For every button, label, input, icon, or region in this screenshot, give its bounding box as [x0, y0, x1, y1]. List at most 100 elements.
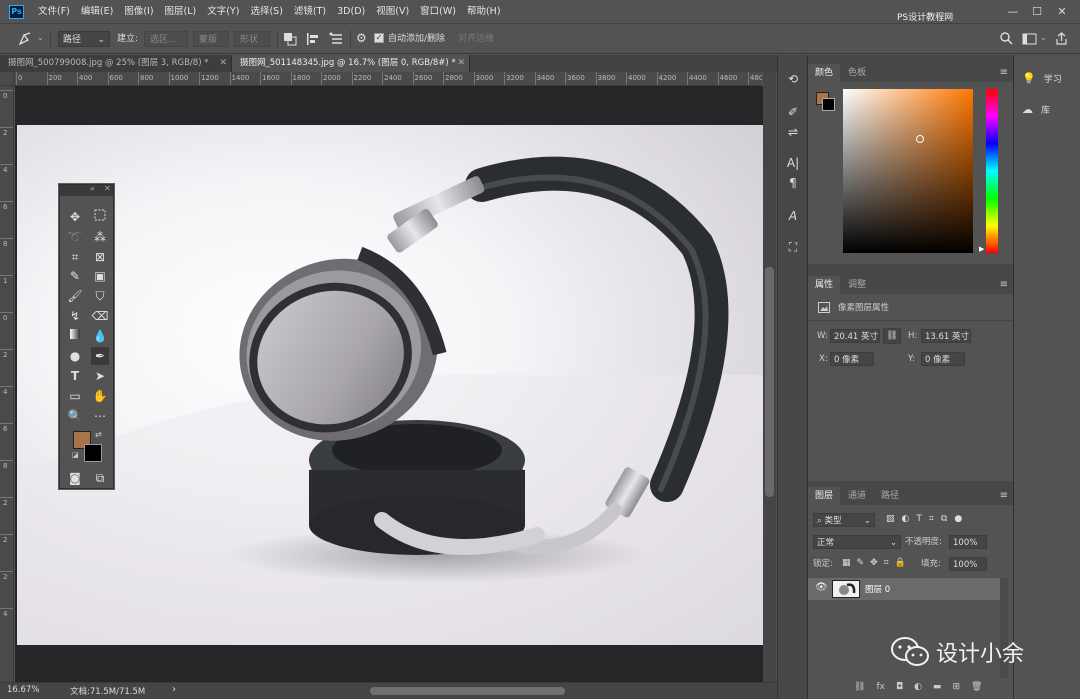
blend-mode-dropdown[interactable]: 正常 ⌄ [813, 535, 901, 549]
swap-colors-icon[interactable]: ⇄ [95, 430, 102, 439]
gradient-tool-icon[interactable] [66, 327, 84, 345]
vertical-scrollbar[interactable] [763, 72, 776, 682]
type-tool-icon[interactable]: T [66, 367, 84, 385]
chevron-down-icon[interactable]: ⌄ [1040, 33, 1047, 42]
tab-swatches[interactable]: 色板 [841, 64, 873, 82]
add-mask-icon[interactable]: ◘ [896, 682, 903, 692]
menu-item-8[interactable]: 视图(V) [376, 0, 409, 24]
panel-menu-icon[interactable]: ≡ [1000, 67, 1008, 78]
menu-item-10[interactable]: 帮助(H) [467, 0, 501, 24]
tab-adjustments[interactable]: 调整 [841, 276, 873, 294]
layer-filter-dropdown[interactable]: ⌕ 类型 ⌄ [813, 513, 875, 527]
menu-item-3[interactable]: 图层(L) [165, 0, 197, 24]
path-arrangement-icon[interactable] [329, 32, 345, 46]
path-selection-icon[interactable]: ➤ [91, 367, 109, 385]
eraser-icon[interactable]: ⌫ [91, 307, 109, 325]
type-filter-icon[interactable]: T [916, 514, 922, 524]
path-alignment-icon[interactable] [306, 32, 320, 46]
saturation-brightness-field[interactable] [843, 89, 973, 253]
pen-tool-icon[interactable]: ✒ [91, 347, 109, 365]
mode-dropdown[interactable]: 路径 ⌄ [58, 31, 110, 47]
background-color-swatch[interactable] [84, 444, 102, 462]
menu-item-0[interactable]: 文件(F) [38, 0, 70, 24]
learn-button[interactable]: 💡 学习 [1022, 72, 1062, 85]
lock-all-icon[interactable]: 🔒 [895, 558, 906, 568]
blur-tool-icon[interactable]: 💧 [91, 327, 109, 345]
eye-icon[interactable]: 👁 [815, 582, 828, 593]
opacity-field[interactable]: 100%⌄ [949, 535, 987, 562]
lock-artboard-icon[interactable]: ⌗ [884, 558, 889, 568]
history-icon[interactable]: ⟲ [785, 71, 801, 87]
close-icon[interactable]: ✕ [104, 184, 111, 193]
rectangle-tool-icon[interactable]: ▭ [66, 387, 84, 405]
lock-pixels-icon[interactable]: ✎ [857, 558, 865, 568]
delete-layer-icon[interactable]: 🗑 [971, 682, 982, 692]
eyedropper-icon[interactable]: ✎ [66, 267, 84, 285]
hand-tool-icon[interactable]: ✋ [91, 387, 109, 405]
tab-properties[interactable]: 属性 [808, 276, 841, 294]
y-field[interactable]: 0 像素 [921, 352, 965, 366]
ruler-origin[interactable] [0, 72, 14, 86]
lock-position-icon[interactable]: ✥ [870, 558, 878, 568]
fill-field[interactable]: 100%⌄ [949, 557, 987, 584]
link-icon[interactable]: ⛓ [883, 328, 901, 344]
smart-object-filter-icon[interactable]: ⧉ [941, 514, 947, 524]
hue-slider[interactable] [986, 89, 998, 253]
menu-item-7[interactable]: 3D(D) [337, 0, 365, 24]
menu-item-2[interactable]: 图像(I) [124, 0, 153, 24]
glyphs-icon[interactable]: A [785, 208, 801, 224]
background-color-swatch[interactable] [822, 98, 835, 111]
shape-filter-icon[interactable]: ⌗ [929, 514, 934, 524]
tab-paths[interactable]: 路径 [874, 487, 906, 505]
lock-transparent-icon[interactable]: ▦ [842, 558, 851, 568]
menu-item-6[interactable]: 滤镜(T) [294, 0, 326, 24]
quick-mask-icon[interactable]: ◙ [66, 469, 84, 487]
stamp-tool-icon[interactable]: ⛉ [91, 287, 109, 305]
dodge-tool-icon[interactable]: ● [66, 347, 84, 365]
hue-slider-handle[interactable]: ▶ [979, 245, 984, 253]
minimize-button[interactable]: — [1006, 6, 1020, 18]
x-field[interactable]: 0 像素 [830, 352, 874, 366]
menu-item-5[interactable]: 选择(S) [250, 0, 282, 24]
search-icon[interactable] [1000, 32, 1013, 45]
horizontal-scroll-thumb[interactable] [370, 687, 565, 695]
document-canvas[interactable] [15, 86, 763, 682]
tab-channels[interactable]: 通道 [841, 487, 873, 505]
workspace-icon[interactable] [1022, 33, 1038, 45]
brush-tool-icon[interactable]: 🖌 [66, 287, 84, 305]
lasso-tool-icon[interactable]: ➰ [66, 228, 84, 246]
pen-tool-icon[interactable] [17, 32, 33, 46]
healing-brush-icon[interactable]: ▣ [91, 267, 109, 285]
filter-toggle-icon[interactable]: ● [954, 514, 962, 524]
crop-tool-icon[interactable]: ⌗ [66, 248, 84, 266]
new-group-icon[interactable]: ▬ [933, 682, 942, 692]
link-layers-icon[interactable]: ⛓ [854, 682, 865, 692]
panel-menu-icon[interactable]: ≡ [1000, 279, 1008, 290]
new-adjustment-icon[interactable]: ◐ [914, 682, 922, 692]
layer-name[interactable]: 图层 0 [865, 583, 890, 595]
share-icon[interactable] [1055, 32, 1068, 45]
auto-add-checkbox[interactable]: ✓ [374, 33, 384, 43]
more-tools-icon[interactable]: ⋯ [91, 407, 109, 425]
close-button[interactable]: ✕ [1055, 6, 1069, 18]
collapse-icon[interactable]: « [90, 184, 95, 193]
magic-wand-icon[interactable]: ⁂ [91, 228, 109, 246]
brush-settings-icon[interactable]: ✐ [785, 104, 801, 120]
frame-tool-icon[interactable]: ⊠ [91, 248, 109, 266]
screen-mode-icon[interactable]: ⧉ [91, 469, 109, 487]
shape-button[interactable]: 形状 [234, 31, 270, 47]
path-operations-icon[interactable] [283, 32, 297, 46]
adjust-icon[interactable]: ⇌ [785, 124, 801, 140]
close-icon[interactable]: ✕ [457, 55, 465, 72]
selection-button[interactable]: 选区... [144, 31, 188, 47]
menu-item-9[interactable]: 窗口(W) [420, 0, 456, 24]
zoom-tool-icon[interactable]: 🔍 [66, 407, 84, 425]
library-button[interactable]: ☁ 库 [1022, 103, 1050, 116]
chevron-down-icon[interactable]: ⌄ [37, 33, 44, 42]
close-icon[interactable]: ✕ [219, 55, 227, 72]
tab-document-1[interactable]: 摄图网_500799008.jpg @ 25% (图层 3, RGB/8) * ✕ [0, 55, 232, 72]
marquee-tool-icon[interactable] [91, 208, 109, 226]
new-layer-icon[interactable]: ⊞ [952, 682, 960, 692]
character-icon[interactable]: A| [785, 155, 801, 171]
scroll-thumb[interactable] [765, 267, 774, 497]
